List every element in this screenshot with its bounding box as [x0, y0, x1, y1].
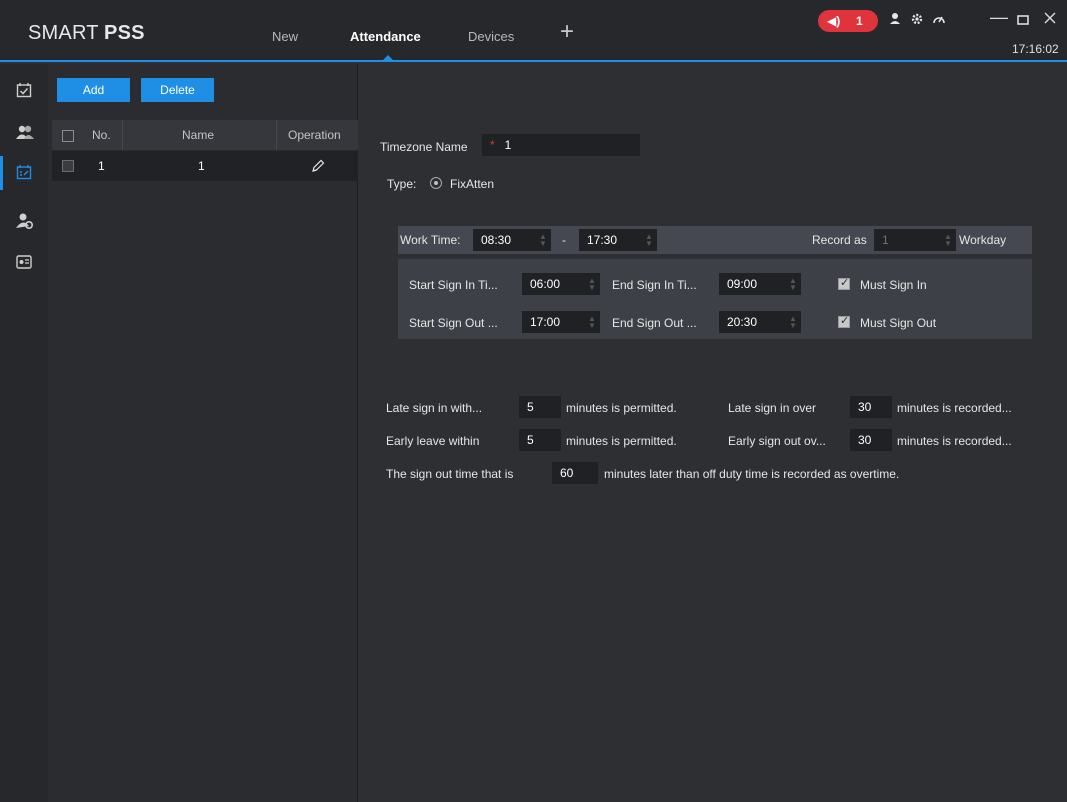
work-end-input[interactable]: 17:30 ▲ ▼	[579, 229, 657, 251]
dashboard-icon[interactable]	[932, 12, 946, 29]
work-time-separator: -	[562, 233, 566, 247]
overtime-input[interactable]: 60	[552, 462, 598, 484]
rail-item-report[interactable]	[0, 246, 48, 280]
must-sign-in-label: Must Sign In	[860, 278, 927, 292]
end-sign-out-input[interactable]: 20:30 ▲ ▼	[719, 311, 801, 333]
early-over-label: Early sign out ov...	[728, 434, 826, 448]
must-sign-out-checkbox[interactable]	[838, 314, 850, 328]
select-all-checkbox[interactable]	[62, 130, 74, 142]
schedule-icon	[16, 165, 32, 180]
close-icon[interactable]	[1044, 9, 1056, 27]
late-over-input[interactable]: 30	[850, 396, 892, 418]
fixatten-label: FixAtten	[450, 177, 495, 191]
start-sign-in-label: Start Sign In Ti...	[409, 278, 498, 292]
user-icon[interactable]	[889, 12, 901, 29]
late-over-suffix: minutes is recorded...	[897, 401, 1012, 415]
column-header-no: No.	[92, 128, 111, 142]
early-within-label: Early leave within	[386, 434, 480, 448]
alarm-badge[interactable]: ◀) 1	[818, 10, 878, 32]
end-sign-out-label: End Sign Out ...	[612, 316, 697, 330]
rail-item-user-settings[interactable]	[0, 204, 48, 238]
required-marker: *	[490, 138, 495, 152]
maximize-icon[interactable]	[1017, 11, 1029, 29]
record-as-label: Record as	[812, 233, 867, 247]
late-over-label: Late sign in over	[728, 401, 817, 415]
spinner-icon[interactable]: ▲ ▼	[539, 233, 547, 248]
type-label: Type:	[387, 177, 417, 191]
end-sign-out-value: 20:30	[727, 315, 758, 329]
start-sign-out-input[interactable]: 17:00 ▲ ▼	[522, 311, 600, 333]
workday-label: Workday	[959, 233, 1007, 247]
title-bar: SMART PSS New Attendance Devices + ◀) 1 …	[0, 0, 1067, 62]
speaker-icon: ◀)	[827, 14, 841, 28]
row-checkbox[interactable]	[62, 160, 74, 172]
tab-devices[interactable]: Devices	[468, 29, 514, 44]
must-sign-out-label: Must Sign Out	[860, 316, 937, 330]
minimize-icon[interactable]: —	[990, 8, 1008, 26]
clock: 17:16:02	[1012, 42, 1059, 56]
rail-item-users[interactable]	[0, 116, 48, 150]
column-divider[interactable]	[122, 120, 123, 150]
early-within-input[interactable]: 5	[519, 429, 561, 451]
spinner-icon[interactable]: ▲ ▼	[944, 233, 952, 248]
start-sign-out-value: 17:00	[530, 315, 561, 329]
overtime-prefix: The sign out time that is	[386, 467, 514, 481]
early-over-input[interactable]: 30	[850, 429, 892, 451]
timezone-name-label: Timezone Name	[380, 140, 468, 154]
users-icon	[16, 125, 34, 139]
work-start-input[interactable]: 08:30 ▲ ▼	[473, 229, 551, 251]
column-divider[interactable]	[276, 120, 277, 150]
rail-item-attendance-check[interactable]	[0, 74, 48, 108]
add-button[interactable]: Add	[57, 78, 130, 102]
delete-button[interactable]: Delete	[141, 78, 214, 102]
end-sign-in-value: 09:00	[727, 277, 758, 291]
spinner-icon[interactable]: ▲ ▼	[789, 277, 797, 292]
column-header-name: Name	[182, 128, 215, 142]
end-sign-in-label: End Sign In Ti...	[612, 278, 697, 292]
start-sign-out-label: Start Sign Out ...	[409, 316, 498, 330]
work-start-value: 08:30	[481, 233, 512, 247]
attendance-check-icon	[16, 83, 32, 98]
record-as-input[interactable]: 1 ▲ ▼	[874, 229, 956, 251]
tab-attendance[interactable]: Attendance	[350, 29, 421, 61]
early-over-suffix: minutes is recorded...	[897, 434, 1012, 448]
spinner-icon[interactable]: ▲ ▼	[789, 315, 797, 330]
fixatten-radio[interactable]	[430, 177, 442, 189]
work-time-label: Work Time:	[400, 233, 461, 247]
table-header: No. Name Operation	[52, 120, 358, 150]
tab-new[interactable]: New	[272, 29, 298, 44]
late-within-suffix: minutes is permitted.	[566, 401, 677, 415]
table-row[interactable]: 1 1	[52, 151, 358, 181]
app-logo: SMART PSS	[28, 22, 145, 44]
add-tab-plus-icon[interactable]: +	[560, 20, 574, 44]
rail-item-schedule[interactable]	[0, 156, 48, 190]
work-end-value: 17:30	[587, 233, 618, 247]
late-within-input[interactable]: 5	[519, 396, 561, 418]
spinner-icon[interactable]: ▲ ▼	[645, 233, 653, 248]
user-settings-icon	[16, 213, 34, 230]
alarm-count: 1	[856, 14, 863, 28]
spinner-icon[interactable]: ▲ ▼	[588, 277, 596, 292]
must-sign-in-checkbox[interactable]	[838, 276, 850, 290]
overtime-suffix: minutes later than off duty time is reco…	[604, 467, 900, 481]
start-sign-in-value: 06:00	[530, 277, 561, 291]
left-rail	[0, 64, 48, 802]
row-name: 1	[198, 159, 205, 173]
row-no: 1	[98, 159, 105, 173]
report-icon	[16, 255, 32, 269]
early-within-suffix: minutes is permitted.	[566, 434, 677, 448]
start-sign-in-input[interactable]: 06:00 ▲ ▼	[522, 273, 600, 295]
column-header-operation: Operation	[288, 128, 341, 142]
record-as-value: 1	[882, 233, 889, 247]
gear-icon[interactable]	[910, 12, 924, 29]
edit-icon[interactable]	[310, 158, 326, 177]
late-within-label: Late sign in with...	[386, 401, 483, 415]
end-sign-in-input[interactable]: 09:00 ▲ ▼	[719, 273, 801, 295]
app-window: SMART PSS New Attendance Devices + ◀) 1 …	[0, 0, 1067, 802]
spinner-icon[interactable]: ▲ ▼	[588, 315, 596, 330]
timezone-name-input[interactable]: * 1	[482, 134, 640, 156]
timezone-name-value: 1	[504, 138, 512, 152]
